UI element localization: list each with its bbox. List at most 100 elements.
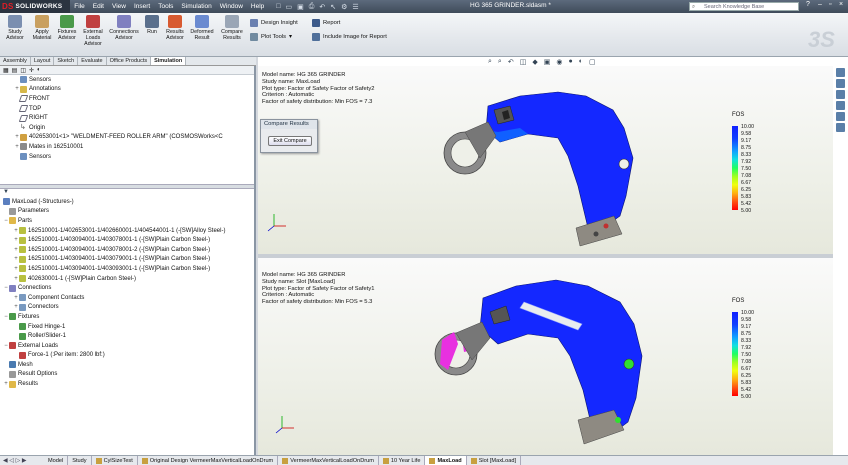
results-folder[interactable]: + Results [3, 379, 254, 389]
tab-maxload[interactable]: MaxLoad [425, 455, 467, 465]
dimxpert-icon[interactable]: ✛ [29, 67, 34, 74]
menu-tools[interactable]: Tools [154, 3, 177, 10]
part-item[interactable]: +162510001-1/403094001-1/403093001-1 (-[… [3, 264, 254, 274]
design-library-icon[interactable] [835, 79, 845, 88]
minimize-icon[interactable]: – [818, 1, 822, 8]
tree-item[interactable]: RIGHT [14, 113, 254, 123]
tab-vermeer-max[interactable]: VermeerMaxVerticalLoadOnDrum [278, 455, 379, 465]
tab-simulation[interactable]: Simulation [151, 57, 187, 65]
force-item[interactable]: Force-1 (:Per item: 2800 lbf:) [3, 351, 254, 361]
previous-view-icon[interactable]: ↶ [508, 58, 514, 66]
help-icon[interactable]: ? [806, 1, 810, 8]
plot-tools-button[interactable]: Plot Tools ▾ [250, 33, 292, 41]
appearances-icon[interactable] [835, 112, 845, 121]
open-icon[interactable]: ▭ [286, 3, 293, 11]
hide-show-icon[interactable]: ◉ [556, 58, 562, 66]
tree-item[interactable]: + Mates in 162510001 [14, 142, 254, 152]
select-icon[interactable]: ↖ [330, 3, 336, 11]
config-manager-icon[interactable]: ◫ [20, 67, 26, 74]
tab-navigation-icons[interactable]: ◀ ◁ ▷ ▶ [0, 457, 44, 464]
undo-icon[interactable]: ↶ [319, 3, 325, 11]
resources-icon[interactable] [835, 68, 845, 77]
menu-insert[interactable]: Insert [130, 3, 154, 10]
tab-original-design[interactable]: Original Design VermeerMaxVerticalLoadOn… [138, 455, 279, 465]
options-icon[interactable]: ☰ [352, 3, 358, 11]
solidworks-logo[interactable]: DS SOLIDWORKS [0, 0, 71, 13]
report-button[interactable]: Report [312, 19, 340, 27]
zoom-area-icon[interactable]: ⌕ [498, 58, 502, 66]
menu-simulation[interactable]: Simulation [177, 3, 215, 10]
feature-manager-icon[interactable]: ▦ [3, 67, 9, 74]
tab-study[interactable]: Study [68, 455, 92, 465]
tab-layout[interactable]: Layout [31, 57, 55, 65]
file-explorer-icon[interactable] [835, 90, 845, 99]
tree-item[interactable]: TOP [14, 104, 254, 114]
tab-slot-maxload[interactable]: Slot [MaxLoad] [467, 455, 522, 465]
parameters-item[interactable]: Parameters [3, 207, 254, 217]
new-icon[interactable]: □ [276, 3, 280, 11]
part-item[interactable]: +162510001-1/403094001-1/403078001-1 (-[… [3, 235, 254, 245]
tab-10-year-life[interactable]: 10 Year Life [379, 455, 426, 465]
mesh-item[interactable]: Mesh [3, 360, 254, 370]
deformed-result-button[interactable]: Deformed Result [188, 15, 216, 41]
fixed-hinge-item[interactable]: Fixed Hinge-1 [3, 322, 254, 332]
menu-help[interactable]: Help [247, 3, 268, 10]
tab-assembly[interactable]: Assembly [0, 57, 31, 65]
restore-icon[interactable]: ▫ [829, 1, 831, 8]
view-settings-icon[interactable]: ▢ [589, 58, 596, 66]
rebuild-icon[interactable]: ⚙ [341, 3, 347, 11]
study-root[interactable]: MaxLoad (-Structures-) [3, 197, 254, 207]
menu-window[interactable]: Window [216, 3, 247, 10]
property-manager-icon[interactable]: ▤ [12, 67, 18, 74]
custom-properties-icon[interactable] [835, 123, 845, 132]
roller-slider-item[interactable]: Roller/Slider-1 [3, 331, 254, 341]
zoom-fit-icon[interactable]: ⌕ [488, 58, 492, 66]
menu-view[interactable]: View [108, 3, 130, 10]
part-item[interactable]: +162510001-1/403094001-1/403078001-2 (-[… [3, 245, 254, 255]
fixtures-advisor-button[interactable]: Fixtures Advisor [54, 15, 80, 41]
apply-material-button[interactable]: Apply Material [29, 15, 55, 41]
menu-edit[interactable]: Edit [89, 3, 108, 10]
section-view-icon[interactable]: ◫ [520, 58, 527, 66]
part-item[interactable]: +162510001-1/403094001-1/403079001-1 (-[… [3, 255, 254, 265]
print-icon[interactable]: ⎙ [309, 3, 315, 11]
tree-item[interactable]: Sensors [14, 75, 254, 85]
design-insight-button[interactable]: Design Insight [250, 19, 298, 27]
save-icon[interactable]: ▣ [297, 3, 304, 11]
tab-cylsizetest[interactable]: CylSizeTest [92, 455, 138, 465]
filter-icon[interactable]: ▼ [0, 189, 254, 197]
menu-file[interactable]: File [70, 3, 88, 10]
include-image-button[interactable]: Include Image for Report [312, 33, 387, 41]
tree-item[interactable]: ↳ Origin [14, 123, 254, 133]
scene-icon[interactable]: ◐ [579, 58, 583, 66]
tree-item[interactable]: +402653001<1> "WELDMENT-FEED ROLLER ARM"… [14, 133, 254, 143]
view-orientation-icon[interactable]: ◆ [532, 58, 537, 66]
search-input[interactable]: ⌕ Search Knowledge Base [689, 2, 799, 11]
viewport-top[interactable]: Model name: HG 365 GRINDER Study name: M… [258, 66, 833, 254]
connections-folder[interactable]: − Connections [3, 283, 254, 293]
part-item[interactable]: +162510001-1/402653001-1/402660001-1/404… [3, 226, 254, 236]
viewport-bottom[interactable]: Model name: HG 365 GRINDER Study name: S… [258, 258, 833, 455]
result-options-item[interactable]: Result Options [3, 370, 254, 380]
connections-advisor-button[interactable]: Connections Advisor [107, 15, 141, 41]
appearance-icon[interactable]: ● [568, 58, 572, 66]
tab-office-products[interactable]: Office Products [107, 57, 152, 65]
tree-item[interactable]: FRONT [14, 94, 254, 104]
external-loads-advisor-button[interactable]: External Loads Advisor [80, 15, 106, 47]
tree-item[interactable]: Sensors [14, 152, 254, 162]
tree-item[interactable]: + Annotations [14, 85, 254, 95]
connectors-item[interactable]: + Connectors [3, 303, 254, 313]
component-contacts-item[interactable]: + Component Contacts [3, 293, 254, 303]
display-style-icon[interactable]: ▣ [544, 58, 551, 66]
graphics-area[interactable]: ⌕ ⌕ ↶ ◫ ◆ ▣ ◉ ● ◐ ▢ Model name: HG 365 G… [258, 57, 848, 455]
tab-evaluate[interactable]: Evaluate [78, 57, 107, 65]
view-palette-icon[interactable] [835, 101, 845, 110]
display-manager-icon[interactable]: ◐ [37, 67, 41, 73]
part-item[interactable]: +402630001-1 (-[SW]Plain Carbon Steel-) [3, 274, 254, 284]
study-advisor-button[interactable]: Study Advisor [2, 15, 28, 41]
parts-folder[interactable]: − Parts [3, 216, 254, 226]
results-advisor-button[interactable]: Results Advisor [162, 15, 188, 41]
tab-model[interactable]: Model [44, 455, 69, 465]
fixtures-folder[interactable]: − Fixtures [3, 312, 254, 322]
external-loads-folder[interactable]: − External Loads [3, 341, 254, 351]
